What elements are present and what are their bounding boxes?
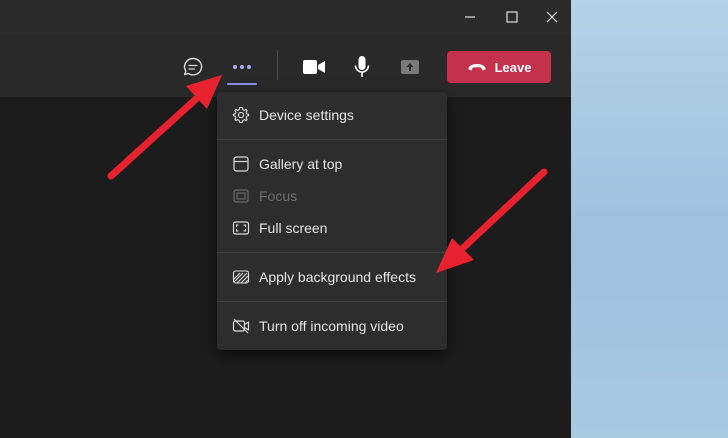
annotation-arrow-to-background-effects	[436, 168, 548, 273]
annotation-arrows	[107, 75, 548, 273]
annotation-arrow-to-more-button	[107, 75, 222, 180]
